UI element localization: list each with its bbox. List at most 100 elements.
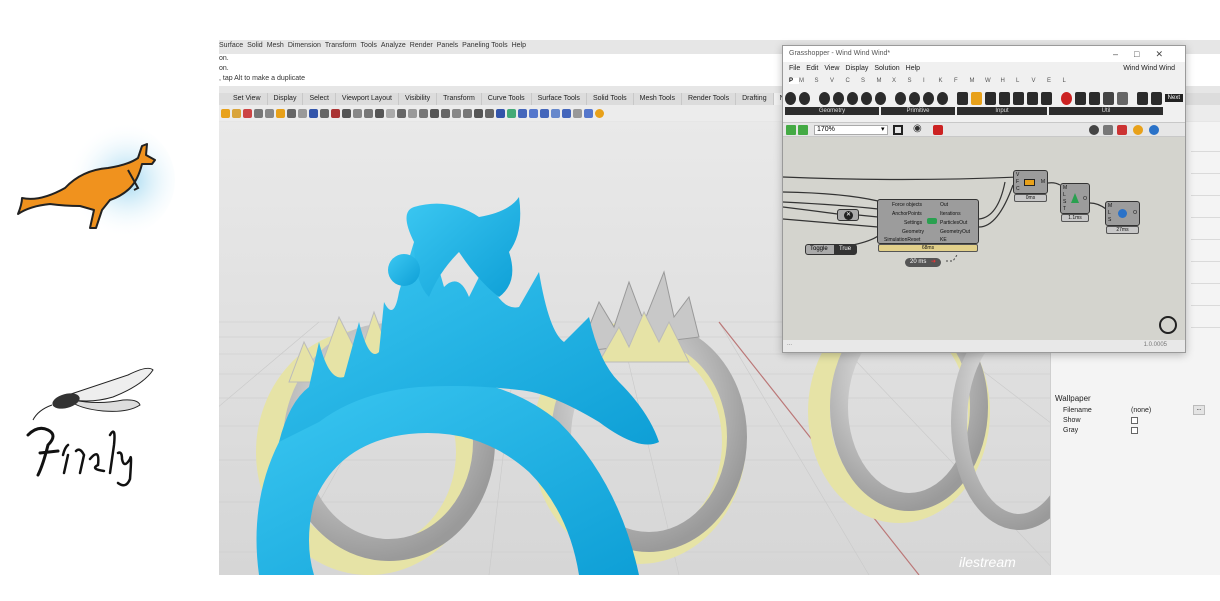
component-icon[interactable] xyxy=(956,91,968,105)
tool-icon[interactable] xyxy=(320,108,329,118)
menu-help[interactable]: Help xyxy=(512,42,526,49)
tool-icon[interactable] xyxy=(397,108,406,118)
tool-icon[interactable] xyxy=(408,108,417,118)
tool-icon[interactable] xyxy=(309,108,318,118)
component-icon[interactable] xyxy=(1088,91,1100,105)
tool-icon[interactable] xyxy=(430,108,439,118)
tool-icon[interactable] xyxy=(474,108,483,118)
tool-icon[interactable] xyxy=(419,108,428,118)
filename-value[interactable]: (none) xyxy=(1131,407,1151,414)
sketch-icon[interactable] xyxy=(933,125,943,135)
menu-paneling-tools[interactable]: Paneling Tools xyxy=(462,42,507,49)
tab-display[interactable]: Display xyxy=(268,93,304,105)
menu-tools[interactable]: Tools xyxy=(361,42,377,49)
category-tab[interactable]: S xyxy=(815,78,831,84)
component-icon[interactable] xyxy=(1026,91,1038,105)
category-tab[interactable]: M xyxy=(799,78,815,84)
tool-icon[interactable] xyxy=(386,108,395,118)
preview-wire-icon[interactable] xyxy=(1089,125,1099,135)
open-file-icon[interactable] xyxy=(786,125,796,135)
preview-mesh-icon[interactable] xyxy=(1117,125,1127,135)
minimize-icon[interactable]: – xyxy=(1113,49,1134,59)
tool-icon[interactable] xyxy=(298,108,307,118)
category-tab[interactable]: P xyxy=(789,78,799,84)
next-button[interactable]: Next xyxy=(1164,94,1183,102)
component-icon[interactable] xyxy=(798,91,810,105)
menu-analyze[interactable]: Analyze xyxy=(381,42,406,49)
show-checkbox[interactable] xyxy=(1131,417,1138,424)
component-icon[interactable] xyxy=(922,91,934,105)
custom-preview-component[interactable]: M L S O 27ms xyxy=(1105,201,1140,234)
component-icon[interactable] xyxy=(832,91,844,105)
tab-mesh-tools[interactable]: Mesh Tools xyxy=(634,93,682,105)
menu-dimension[interactable]: Dimension xyxy=(288,42,321,49)
component-icon[interactable] xyxy=(894,91,906,105)
menu-surface[interactable]: Surface xyxy=(219,42,243,49)
tab-viewport-layout[interactable]: Viewport Layout xyxy=(336,93,399,105)
component-icon[interactable] xyxy=(970,91,982,105)
sphere-icon[interactable] xyxy=(1149,125,1159,135)
category-tab[interactable]: W xyxy=(985,78,1001,84)
tool-icon[interactable] xyxy=(276,108,285,118)
menu-view[interactable]: View xyxy=(824,65,839,72)
preview-shaded-icon[interactable] xyxy=(1103,125,1113,135)
tool-icon[interactable] xyxy=(243,108,252,118)
kangaroo-solver-component[interactable]: Force objects AnchorPoints Settings Geom… xyxy=(877,199,979,252)
tool-icon[interactable] xyxy=(342,108,351,118)
zoom-extents-icon[interactable] xyxy=(893,125,903,135)
component-icon[interactable] xyxy=(1074,91,1086,105)
save-file-icon[interactable] xyxy=(798,125,808,135)
arrow-icon[interactable] xyxy=(1116,91,1128,105)
arrow-icon[interactable] xyxy=(1102,91,1114,105)
component-icon[interactable] xyxy=(846,91,858,105)
close-icon[interactable]: ✕ xyxy=(1155,49,1179,59)
relay-component[interactable]: ✕ xyxy=(837,209,859,221)
tab-transform[interactable]: Transform xyxy=(437,93,482,105)
category-tab[interactable]: I xyxy=(923,78,939,84)
tool-icon[interactable] xyxy=(463,108,472,118)
category-tab[interactable]: V xyxy=(830,78,846,84)
tool-icon[interactable] xyxy=(540,108,549,118)
tab-visibility[interactable]: Visibility xyxy=(399,93,438,105)
preview-color-icon[interactable] xyxy=(1133,125,1143,135)
navigation-compass-icon[interactable] xyxy=(1159,316,1177,334)
component-icon[interactable] xyxy=(908,91,920,105)
menu-help[interactable]: Help xyxy=(906,65,920,72)
menu-mesh[interactable]: Mesh xyxy=(267,42,284,49)
category-tab[interactable]: E xyxy=(1047,78,1063,84)
zoom-field[interactable]: 170% xyxy=(814,125,888,135)
gray-checkbox[interactable] xyxy=(1131,427,1138,434)
component-icon[interactable] xyxy=(936,91,948,105)
component-icon[interactable] xyxy=(860,91,872,105)
tool-icon[interactable] xyxy=(452,108,461,118)
menu-solid[interactable]: Solid xyxy=(247,42,263,49)
chevron-down-icon[interactable]: ▾ xyxy=(881,125,885,133)
menu-panels[interactable]: Panels xyxy=(437,42,458,49)
tab-curve-tools[interactable]: Curve Tools xyxy=(482,93,532,105)
category-tab[interactable]: S xyxy=(861,78,877,84)
mesh-component[interactable]: M L S T O 1.1ms xyxy=(1060,183,1090,222)
component-icon[interactable] xyxy=(785,91,796,105)
menu-display[interactable]: Display xyxy=(845,65,868,72)
component-icon[interactable] xyxy=(998,91,1010,105)
tool-icon[interactable] xyxy=(331,108,340,118)
component-icon[interactable] xyxy=(984,91,996,105)
component-icon[interactable] xyxy=(1040,91,1052,105)
browse-button[interactable]: ... xyxy=(1193,405,1205,415)
tool-icon[interactable] xyxy=(529,108,538,118)
tab-solid-tools[interactable]: Solid Tools xyxy=(587,93,634,105)
category-tab[interactable]: L xyxy=(1016,78,1032,84)
category-tab[interactable]: V xyxy=(1032,78,1048,84)
menu-transform[interactable]: Transform xyxy=(325,42,357,49)
tool-icon[interactable] xyxy=(507,108,516,118)
menu-render[interactable]: Render xyxy=(410,42,433,49)
tool-icon[interactable] xyxy=(287,108,296,118)
component-icon[interactable] xyxy=(1012,91,1024,105)
category-tab[interactable]: M xyxy=(970,78,986,84)
tab-surface-tools[interactable]: Surface Tools xyxy=(532,93,587,105)
tool-icon[interactable] xyxy=(518,108,527,118)
tool-icon[interactable] xyxy=(265,108,274,118)
component-icon[interactable] xyxy=(874,91,886,105)
tool-icon[interactable] xyxy=(221,108,230,118)
tool-icon[interactable] xyxy=(375,108,384,118)
